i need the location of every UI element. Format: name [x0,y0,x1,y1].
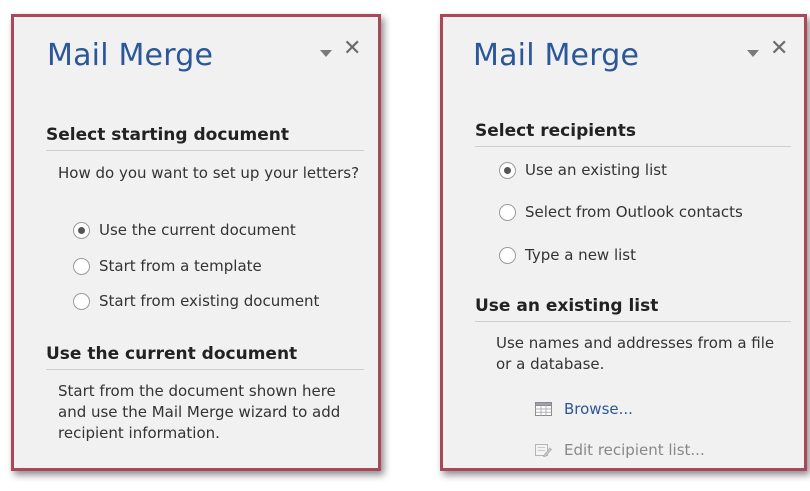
option-start-from-template[interactable]: Start from a template [73,256,262,276]
option-label: Use an existing list [525,161,667,179]
edit-recipient-list-label[interactable]: Edit recipient list... [564,441,705,459]
instructions-text: Use names and addresses from a file or a… [496,334,775,373]
mail-merge-pane-right: Mail Merge ✕ Select recipients Use an ex… [440,14,807,471]
radio-button[interactable] [499,203,516,221]
chevron-down-icon[interactable] [747,50,759,57]
section-heading-use-existing-list: Use an existing list [475,296,659,316]
close-icon[interactable]: ✕ [770,38,788,60]
section-heading-use-current-document: Use the current document [46,344,298,364]
section-divider [46,369,364,370]
section-heading-select-recipients: Select recipients [475,121,636,141]
section-divider [475,146,791,147]
pane-title: Mail Merge [47,38,214,73]
browse-link[interactable]: Browse... [535,399,633,419]
section-heading-select-starting-document: Select starting document [46,125,289,145]
instructions-text: Start from the document shown here and u… [58,382,341,442]
pane-title: Mail Merge [473,38,640,73]
radio-button[interactable] [73,292,90,310]
option-label: Start from existing document [99,292,320,310]
section-divider [475,321,791,322]
option-use-existing-list[interactable]: Use an existing list [499,160,667,180]
mail-merge-pane-left: Mail Merge ✕ Select starting document Ho… [11,14,381,471]
edit-list-icon [535,444,552,457]
option-label: Select from Outlook contacts [525,203,743,221]
option-type-new-list[interactable]: Type a new list [499,245,636,265]
option-label: Use the current document [99,221,296,239]
edit-recipient-list-link[interactable]: Edit recipient list... [535,440,705,460]
option-label: Start from a template [99,257,262,275]
radio-button[interactable] [499,161,516,179]
table-icon [535,402,552,416]
option-label: Type a new list [525,246,636,264]
radio-button[interactable] [73,221,90,239]
option-start-from-existing-document[interactable]: Start from existing document [73,291,319,311]
close-icon[interactable]: ✕ [343,38,361,60]
section-divider [46,150,364,151]
chevron-down-icon[interactable] [320,50,332,57]
option-select-outlook-contacts[interactable]: Select from Outlook contacts [499,202,743,222]
radio-button[interactable] [73,257,90,275]
radio-button[interactable] [499,246,516,264]
setup-prompt: How do you want to set up your letters? [58,164,360,182]
option-use-current-document[interactable]: Use the current document [73,220,296,240]
browse-label[interactable]: Browse... [564,400,633,418]
